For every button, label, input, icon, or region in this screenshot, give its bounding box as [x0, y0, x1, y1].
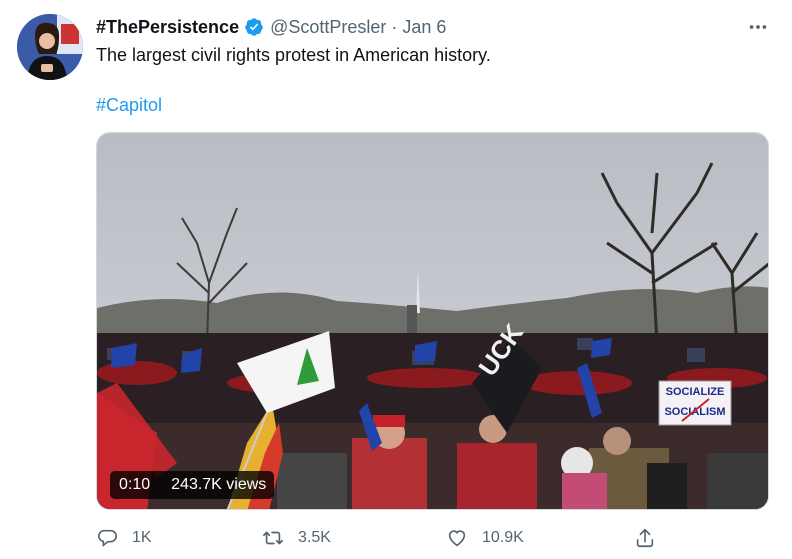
avatar[interactable]: [17, 14, 83, 80]
sign-line-1: SOCIALIZE: [666, 386, 725, 398]
more-options-button[interactable]: [745, 14, 771, 40]
sign-line-2: SOCIALISM: [664, 406, 725, 418]
share-icon: [636, 528, 654, 548]
retweet-button[interactable]: 3.5K: [262, 524, 331, 552]
reply-count: 1K: [132, 529, 152, 546]
tweet-date[interactable]: Jan 6: [402, 17, 446, 38]
tweet-card[interactable]: #ThePersistence @ScottPresler · Jan 6 Th…: [0, 0, 792, 559]
like-count: 10.9K: [482, 529, 524, 546]
video-duration: 0:10: [119, 476, 151, 493]
video-info-badge: 0:10 243.7K views: [110, 471, 275, 499]
more-options-icon: [749, 25, 767, 29]
author-name[interactable]: #ThePersistence: [96, 17, 239, 38]
reply-icon: [98, 529, 117, 548]
like-button[interactable]: 10.9K: [446, 524, 524, 552]
verified-badge-icon: [245, 18, 263, 36]
reply-button[interactable]: 1K: [96, 524, 152, 552]
hashtag-link[interactable]: #Capitol: [96, 95, 162, 116]
video-thumbnail: UCK SOCIALIZE SOCIALISM: [97, 133, 768, 509]
like-icon: [448, 530, 466, 547]
retweet-count: 3.5K: [298, 529, 331, 546]
author-handle[interactable]: @ScottPresler: [270, 17, 386, 38]
tweet-header: #ThePersistence @ScottPresler · Jan 6: [96, 16, 446, 38]
video-views: 243.7K views: [171, 476, 267, 493]
retweet-icon: [263, 531, 283, 545]
video-player[interactable]: UCK SOCIALIZE SOCIALISM: [96, 132, 769, 510]
header-separator: ·: [391, 16, 398, 37]
badge-divider: [160, 477, 161, 493]
tweet-text: The largest civil rights protest in Amer…: [96, 45, 491, 65]
protest-sign: SOCIALIZE SOCIALISM: [658, 380, 732, 426]
avatar-image: [17, 14, 83, 80]
share-button[interactable]: [634, 524, 670, 552]
tweet-actions: 1K 3.5K 10.9K: [96, 524, 769, 552]
